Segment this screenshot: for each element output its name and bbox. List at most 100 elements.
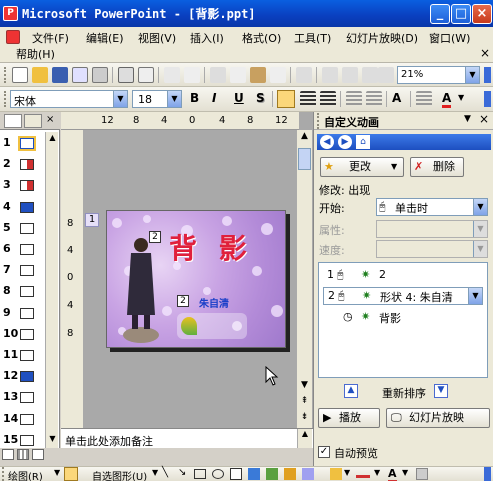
maximize-button[interactable]: □ bbox=[451, 4, 471, 24]
slide-thumbnail-icon[interactable] bbox=[20, 180, 34, 192]
home-icon[interactable]: ⌂ bbox=[356, 135, 370, 149]
slide-thumbnail-icon[interactable] bbox=[20, 244, 34, 255]
autoshapes-menu[interactable]: 自选图形(U) bbox=[92, 468, 147, 481]
insert-table-icon[interactable] bbox=[342, 67, 358, 83]
draw-menu[interactable]: 绘图(R) bbox=[8, 468, 43, 481]
menu-insert[interactable]: 插入(I) bbox=[186, 30, 228, 46]
print-preview-icon[interactable] bbox=[138, 67, 154, 83]
picture-icon[interactable] bbox=[302, 468, 314, 480]
slide-thumbnail-icon[interactable] bbox=[20, 159, 34, 171]
menu-window[interactable]: 窗口(W) bbox=[425, 30, 474, 46]
align-left-icon[interactable] bbox=[277, 90, 295, 108]
chevron-down-icon[interactable]: ▼ bbox=[464, 114, 471, 124]
email-icon[interactable] bbox=[92, 67, 108, 83]
chevron-down-icon[interactable]: ▼ bbox=[468, 288, 482, 304]
toolbar-options-icon[interactable] bbox=[484, 91, 491, 107]
fill-color-icon[interactable] bbox=[330, 468, 342, 480]
line-style-icon[interactable] bbox=[416, 468, 428, 480]
start-select[interactable]: 🖰 单击时 ▼ bbox=[376, 198, 488, 216]
slide-thumbnail-icon[interactable] bbox=[20, 413, 34, 425]
oval-icon[interactable] bbox=[212, 469, 224, 479]
notes-pane[interactable]: 单击此处添加备注 ▲ bbox=[61, 428, 313, 448]
shadow-button[interactable]: S bbox=[256, 91, 265, 105]
slide-thumbnail-icon[interactable] bbox=[20, 392, 34, 404]
next-slide-icon[interactable]: ⇟ bbox=[298, 412, 311, 426]
chevron-down-icon[interactable]: ▼ bbox=[54, 468, 60, 477]
slideshow-view-icon[interactable] bbox=[32, 449, 44, 460]
previous-slide-icon[interactable]: ⇞ bbox=[298, 396, 311, 410]
menu-view[interactable]: 视图(V) bbox=[134, 30, 180, 46]
slides-scrollbar[interactable]: ▲ ▼ bbox=[45, 132, 58, 448]
tables-borders-icon[interactable] bbox=[362, 67, 378, 83]
slide-sorter-icon[interactable] bbox=[17, 449, 29, 460]
toolbar-options-icon[interactable] bbox=[484, 467, 491, 481]
slide-thumbnail-icon[interactable] bbox=[20, 434, 34, 446]
close-icon[interactable]: × bbox=[479, 112, 489, 126]
menu-file[interactable]: 文件(F) bbox=[28, 30, 73, 46]
font-color-icon[interactable]: A bbox=[388, 467, 397, 481]
play-button[interactable]: ▶ 播放 bbox=[318, 408, 380, 428]
list-item-selected[interactable]: 2 🖰 ✷ 形状 4: 朱自清 ▼ bbox=[323, 287, 483, 305]
chevron-down-icon[interactable]: ▼ bbox=[374, 468, 380, 477]
slide-thumbnail-icon[interactable] bbox=[20, 201, 34, 213]
toolbar-options-icon[interactable] bbox=[484, 67, 491, 83]
undo-icon[interactable] bbox=[296, 67, 312, 83]
bullets-icon[interactable] bbox=[366, 91, 382, 107]
new-icon[interactable] bbox=[12, 67, 28, 83]
grayscale-icon[interactable] bbox=[378, 67, 394, 83]
print-icon[interactable] bbox=[118, 67, 134, 83]
insert-chart-icon[interactable] bbox=[322, 67, 338, 83]
slide-thumbnail-icon[interactable] bbox=[20, 286, 34, 298]
slide-canvas[interactable]: 2 背 影 2 朱自清 bbox=[106, 210, 286, 348]
numbering-icon[interactable] bbox=[346, 91, 362, 107]
toolbar-grip[interactable] bbox=[2, 467, 5, 481]
format-painter-icon[interactable] bbox=[270, 67, 286, 83]
toolbar-grip[interactable] bbox=[4, 67, 7, 83]
slide-thumbnail-icon[interactable] bbox=[20, 307, 34, 319]
powerpoint-app-icon[interactable]: P bbox=[3, 6, 18, 21]
chevron-down-icon[interactable]: ▼ bbox=[458, 93, 464, 102]
editor-vertical-scrollbar[interactable]: ▲ ▼ ⇞ ⇟ bbox=[296, 130, 312, 428]
grow-font-button[interactable]: A bbox=[392, 91, 401, 105]
slide-thumbnail-icon[interactable] bbox=[20, 371, 34, 383]
scroll-up-icon[interactable]: ▲ bbox=[298, 131, 311, 145]
underline-button[interactable]: U bbox=[234, 91, 244, 105]
textbox-icon[interactable] bbox=[230, 468, 242, 480]
document-icon[interactable] bbox=[6, 30, 20, 44]
menu-tools[interactable]: 工具(T) bbox=[290, 30, 335, 46]
scroll-down-icon[interactable]: ▼ bbox=[298, 380, 311, 394]
select-objects-icon[interactable] bbox=[64, 467, 78, 481]
normal-view-icon[interactable] bbox=[2, 449, 14, 460]
copy-icon[interactable] bbox=[230, 67, 246, 83]
clipart-icon[interactable] bbox=[284, 468, 296, 480]
chevron-down-icon[interactable]: ▼ bbox=[473, 199, 487, 215]
chevron-down-icon[interactable]: ▼ bbox=[167, 91, 181, 107]
bold-button[interactable]: B bbox=[190, 91, 199, 105]
slide-thumbnail-icon[interactable] bbox=[20, 138, 34, 149]
paste-icon[interactable] bbox=[250, 67, 266, 83]
research-icon[interactable] bbox=[184, 67, 200, 83]
line-color-icon[interactable] bbox=[356, 475, 370, 478]
slide-title[interactable]: 背 影 bbox=[169, 227, 253, 267]
cut-icon[interactable] bbox=[210, 67, 226, 83]
animation-list[interactable]: 1 🖰 ✷ 2 2 🖰 ✷ 形状 4: 朱自清 ▼ ◷ ✷ 背影 bbox=[318, 262, 488, 378]
menu-slideshow[interactable]: 幻灯片放映(D) bbox=[342, 30, 422, 46]
open-icon[interactable] bbox=[32, 67, 48, 83]
close-button[interactable]: × bbox=[472, 4, 492, 24]
save-icon[interactable] bbox=[52, 67, 68, 83]
scroll-up-icon[interactable]: ▲ bbox=[47, 133, 58, 145]
scroll-thumb[interactable] bbox=[298, 148, 311, 170]
slide-thumbnail-icon[interactable] bbox=[20, 222, 34, 234]
line-icon[interactable]: ╲ bbox=[162, 467, 168, 478]
menu-help[interactable]: 帮助(H) bbox=[12, 46, 59, 62]
minimize-button[interactable]: _ bbox=[430, 4, 450, 24]
italic-button[interactable]: I bbox=[212, 91, 216, 105]
scroll-down-icon[interactable]: ▼ bbox=[47, 434, 58, 446]
list-item[interactable]: ◷ ✷ 背影 bbox=[323, 309, 473, 325]
chevron-down-icon[interactable]: ▼ bbox=[402, 468, 408, 477]
move-down-icon[interactable]: ▼ bbox=[434, 384, 448, 398]
indent-icon[interactable] bbox=[416, 91, 432, 107]
wordart-icon[interactable] bbox=[248, 468, 260, 480]
font-size-select[interactable]: 18 ▼ bbox=[132, 90, 182, 108]
slideshow-button[interactable]: 🖵 幻灯片放映 bbox=[386, 408, 490, 428]
